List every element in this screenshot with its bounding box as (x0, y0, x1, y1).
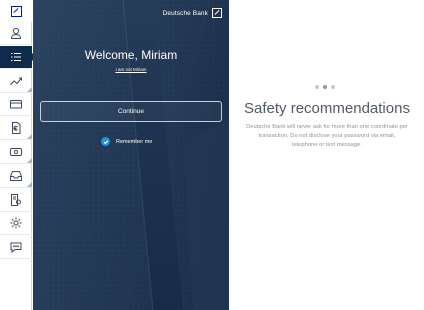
remember-me-label: Remember me (116, 138, 153, 145)
brand-header: Deutsche Bank (163, 8, 222, 18)
settings-document-icon[interactable] (0, 189, 32, 212)
credit-card-icon[interactable] (0, 93, 32, 116)
not-me-link[interactable]: I am not Miriam (33, 67, 229, 72)
safety-info-panel: Safety recommendations Deutsche Bank wil… (230, 0, 424, 310)
carousel-dot[interactable] (331, 85, 335, 89)
info-text: Deutsche Bank will never ask for more th… (246, 124, 408, 148)
remember-me-checkbox[interactable]: Remember me (101, 137, 152, 146)
deutsche-bank-logo-icon (0, 0, 32, 22)
user-icon[interactable] (0, 22, 32, 45)
checkmark-icon[interactable] (101, 137, 110, 146)
euro-document-icon[interactable] (0, 117, 32, 140)
cash-icon[interactable] (0, 141, 32, 164)
trend-chart-icon[interactable] (0, 70, 32, 93)
carousel-dot-active[interactable] (323, 85, 327, 89)
carousel-indicator (315, 85, 335, 89)
skyscraper-background-image (33, 0, 229, 310)
brand-name: Deutsche Bank (162, 9, 208, 17)
deutsche-bank-logo-icon (212, 8, 222, 18)
chat-bubble-icon[interactable] (0, 236, 32, 259)
gear-icon[interactable] (0, 212, 32, 235)
info-title: Safety recommendations (244, 100, 410, 117)
welcome-heading: Welcome, Miriam (84, 48, 178, 62)
sidebar (0, 0, 36, 310)
list-icon[interactable] (0, 46, 36, 69)
continue-button[interactable]: Continue (40, 101, 222, 122)
inbox-icon[interactable] (0, 165, 32, 188)
login-panel: Deutsche Bank Welcome, Miriam I am not M… (33, 0, 229, 310)
carousel-dot[interactable] (315, 85, 319, 89)
